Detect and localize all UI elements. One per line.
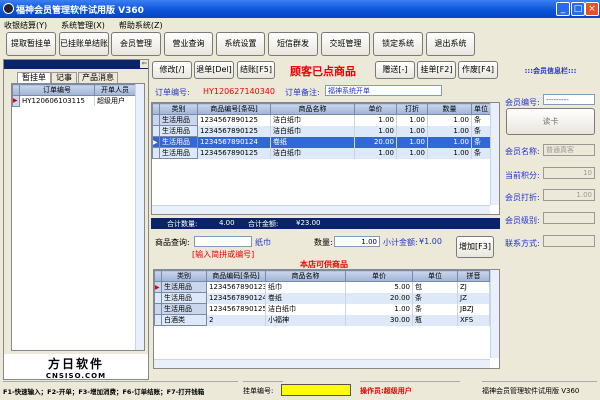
horizontal-scrollbar[interactable] [152, 205, 490, 214]
member-discount-field: 1.00 [543, 189, 595, 201]
quantity-input[interactable]: 1.00 [334, 236, 380, 247]
total-amount: ¥23.00 [296, 219, 321, 227]
gift-button[interactable]: 赠送[-] [375, 61, 415, 79]
refund-button[interactable]: 退单[Del] [194, 61, 234, 79]
left-panel-header [4, 60, 148, 69]
pin-icon[interactable]: ⇦ [140, 60, 148, 68]
col-order-no: 订单编号 [19, 84, 95, 96]
company-logo: 方日软件 CNSISO.COM [45, 357, 107, 380]
maximize-button[interactable]: □ [571, 2, 585, 16]
member-info-title: :::会员信息栏::: [524, 67, 577, 75]
member-level-field [543, 212, 595, 224]
menu-checkout[interactable]: 收银结算(Y) [4, 20, 47, 30]
app-icon [3, 3, 14, 14]
table-row[interactable]: ▶ HY120606103115 超级用户 [12, 95, 136, 107]
close-button[interactable]: × [585, 2, 599, 16]
ordered-items-heading: 顾客已点商品 [290, 65, 356, 78]
lock-system-button[interactable]: 锁定系统 [373, 32, 423, 56]
table-row[interactable]: 生活用品 1234567890125 洁白纸巾 1.00 1.00 1.00 条 [152, 114, 491, 126]
order-no-label: 订单编号: [155, 88, 190, 97]
system-settings-button[interactable]: 系统设置 [216, 32, 265, 56]
shift-management-button[interactable]: 交班管理 [321, 32, 370, 56]
menu-system[interactable]: 系统管理(X) [61, 20, 105, 30]
hang-order-button[interactable]: 挂单[F2] [417, 61, 456, 79]
product-query-label: 商品查询: [155, 238, 190, 247]
totals-bar: 合计数量: 4.00 合计金额: ¥23.00 [151, 218, 500, 229]
product-query-input[interactable] [194, 236, 252, 247]
title-bar: 福神会员管理软件试用版 V360 [0, 0, 600, 18]
member-name-field: 普通真客 [543, 144, 595, 156]
member-points-field: 10 [543, 167, 595, 179]
tab-notes[interactable]: 记事 [51, 72, 77, 83]
menu-bar: 收银结算(Y) 系统管理(X) 帮助系统(Z) [0, 18, 600, 30]
member-contact-field [543, 235, 595, 247]
total-quantity: 4.00 [219, 219, 235, 227]
member-management-button[interactable]: 会员管理 [111, 32, 161, 56]
shortcut-hints: F1-快速输入；F2-开单；F3-增加消费；F6-订单结账；F7-打开钱箱 [3, 381, 238, 398]
exit-system-button[interactable]: 退出系统 [426, 32, 475, 56]
void-button[interactable]: 作废[F4] [458, 61, 498, 79]
query-match: 纸巾 [255, 238, 271, 247]
edit-button[interactable]: 修改[/] [152, 61, 192, 79]
checkout-button[interactable]: 结账[F5] [237, 61, 275, 79]
order-no-value: HY120627140340 [203, 87, 275, 96]
add-button[interactable]: 增加[F3] [456, 236, 494, 258]
vertical-scrollbar[interactable] [490, 103, 499, 205]
table-row[interactable]: 生活用品 1234567890125 洁白纸巾 1.00 1.00 1.00 条 [152, 147, 491, 159]
held-orders-grid: 订单编号 开单人员 ▶ HY120606103115 超级用户 [11, 83, 145, 351]
table-row[interactable]: 生活用品 1234567890125 洁白纸巾 1.00 条 JBZJ [154, 303, 490, 315]
table-row[interactable]: 白酒类 2 小福神 30.00 瓶 XFS [154, 314, 490, 326]
table-row[interactable]: ▶ 生活用品 1234567890123 纸巾 5.00 包 ZJ [154, 281, 490, 293]
member-id-input[interactable]: --------- [543, 94, 595, 105]
tab-held-orders[interactable]: 暂挂单 [17, 72, 51, 83]
table-row[interactable]: 生活用品 1234567890124 卷纸 20.00 条 JZ [154, 292, 490, 304]
subtotal-amount: ¥1.00 [419, 237, 442, 246]
fetch-held-order-button[interactable]: 提取暂挂单 [6, 32, 56, 56]
products-grid: 类别 商品编码[条码] 商品名称 单价 单位 拼音 ▶ 生活用品 123456789… [153, 269, 500, 369]
window-title: 福神会员管理软件试用版 V360 [16, 6, 144, 16]
table-row[interactable]: 生活用品 1234567890125 洁白纸巾 1.00 1.00 1.00 条 [152, 125, 491, 137]
sms-button[interactable]: 短信群发 [268, 32, 318, 56]
settle-hung-bill-button[interactable]: 已挂账单结账 [59, 32, 109, 56]
operator-label: 操作员:超级用户 [360, 381, 460, 398]
read-card-button[interactable]: 读卡 [506, 108, 595, 135]
remark-input[interactable]: 福神系统开单 [325, 85, 442, 96]
ordered-items-grid: 类别 商品编号[条码] 商品名称 单价 打折 数量 单位 生活用品 1234567… [151, 102, 500, 215]
query-hint: [输入简拼或编号] [192, 250, 255, 259]
vertical-scrollbar[interactable] [135, 84, 144, 350]
remark-label: 订单备注: [285, 88, 320, 97]
business-query-button[interactable]: 营业查询 [164, 32, 213, 56]
vertical-scrollbar[interactable] [490, 270, 499, 358]
col-operator: 开单人员 [94, 84, 136, 96]
tab-product-messages[interactable]: 产品消息 [78, 72, 118, 83]
minimize-button[interactable]: _ [556, 2, 570, 16]
table-row[interactable]: ▶ 生活用品 1234567890124 卷纸 20.00 1.00 1.00 条 [152, 136, 491, 148]
menu-help[interactable]: 帮助系统(Z) [119, 20, 163, 30]
hang-number-input[interactable] [281, 384, 351, 396]
product-version: 福神会员管理软件试用版 V360 [482, 381, 597, 398]
horizontal-scrollbar[interactable] [154, 359, 490, 368]
